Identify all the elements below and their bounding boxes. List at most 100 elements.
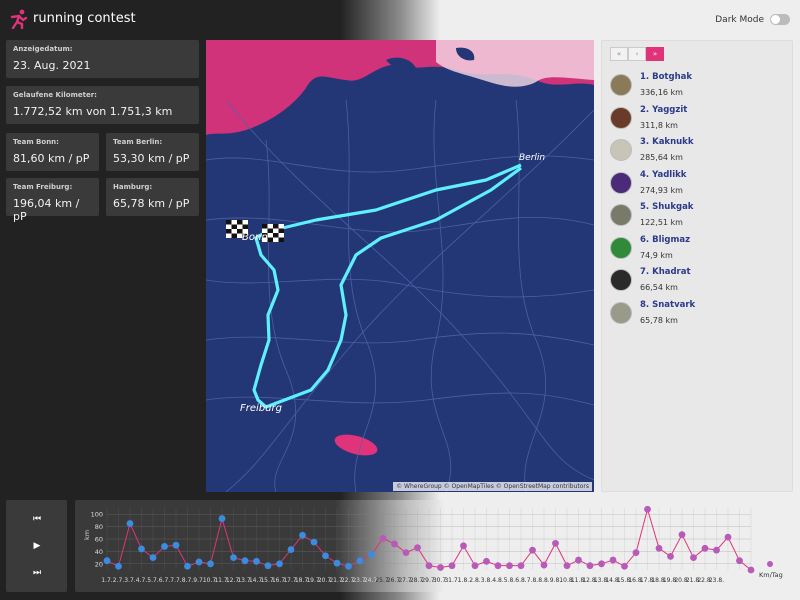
runner-name: 7. Khadrat (640, 267, 691, 278)
x-tick-label: 5.8. (504, 577, 516, 584)
team-label: Hamburg: (113, 183, 153, 191)
runner-name: 8. Snatvark (640, 299, 696, 310)
data-point (425, 562, 433, 570)
data-point (287, 546, 295, 553)
x-tick-label: 1.8. (458, 577, 470, 584)
app-title: running contest (33, 11, 136, 26)
x-tick-label: 4.7. (136, 577, 148, 584)
data-point (126, 520, 134, 527)
leaderboard-item[interactable]: 8. Snatvark 65,78 km (610, 297, 790, 330)
leaderboard-text: 1. Botghak 336,16 km (640, 70, 692, 100)
leaderboard-item[interactable]: 2. Yaggzit 311,8 km (610, 102, 790, 135)
y-tick-label: 20 (95, 560, 103, 568)
data-point (322, 552, 329, 560)
team-card: Team Bonn: 81,60 km / pP (6, 133, 99, 171)
data-point (195, 558, 203, 566)
x-tick-label: 3.8. (481, 577, 493, 584)
avatar (610, 301, 632, 324)
data-point (655, 544, 663, 552)
x-tick-label: 8.7. (182, 577, 194, 584)
map-attribution[interactable]: © WhereGroup © OpenMapTiles © OpenStreet… (393, 482, 592, 491)
leaderboard-panel: « ‹ » 1. Botghak 336,16 km 2. Yaggzit 311,8… (601, 40, 793, 492)
data-point (563, 562, 571, 570)
leaderboard-item[interactable]: 7. Khadrat 66,54 km (610, 264, 790, 297)
avatar (610, 269, 632, 292)
team-label: Team Freiburg: (13, 183, 73, 191)
first-page-button[interactable]: « (610, 47, 628, 61)
x-tick-label: 6.7. (159, 577, 171, 584)
skip-forward-button[interactable]: ⏭ (30, 566, 44, 580)
data-point (161, 543, 168, 550)
data-point (138, 545, 145, 553)
leaderboard-item[interactable]: 6. Bligmaz 74,9 km (610, 232, 790, 265)
data-point (368, 551, 375, 558)
route-map[interactable]: Berlin Bonn Freiburg © WhereGroup © Open… (206, 40, 594, 492)
data-point (609, 556, 617, 564)
skip-back-button[interactable]: ⏮ (30, 512, 44, 526)
distance-value: 1.772,52 km von 1.751,3 km (13, 105, 173, 118)
data-point (517, 562, 525, 570)
data-point (391, 540, 398, 548)
dark-mode-toggle[interactable] (770, 14, 790, 25)
last-page-button[interactable]: » (646, 47, 664, 61)
dark-mode-switch[interactable]: Dark Mode (715, 14, 790, 25)
leaderboard-item[interactable]: 4. Yadlikk 274,93 km (610, 167, 790, 200)
data-point (736, 557, 743, 565)
leaderboard-item[interactable]: 5. Shukgak 122,51 km (610, 199, 790, 232)
data-point (333, 559, 341, 567)
runner-km: 274,93 km (640, 185, 683, 195)
y-tick-label: 60 (95, 536, 103, 544)
y-tick-label: 40 (95, 548, 103, 556)
x-tick-label: 4.8. (492, 577, 504, 584)
x-tick-label: 3.7. (124, 577, 136, 584)
data-point (230, 554, 237, 561)
x-tick-label: 2.7. (113, 577, 125, 584)
data-point (621, 562, 628, 570)
data-point (276, 560, 283, 568)
data-point (701, 544, 709, 552)
data-point (402, 549, 410, 557)
data-point (253, 557, 260, 565)
city-label-berlin: Berlin (519, 153, 545, 163)
x-tick-label: 1.7. (101, 577, 113, 584)
leaderboard-item[interactable]: 3. Kaknukk 285,64 km (610, 134, 790, 167)
top-bar: running contest Dark Mode (0, 0, 800, 40)
lake (334, 434, 378, 456)
runner-km: 122,51 km (640, 218, 683, 228)
avatar (610, 204, 632, 227)
data-point (149, 554, 157, 561)
y-tick-label: 80 (95, 523, 103, 531)
x-tick-label: 5.7. (147, 577, 159, 584)
data-point (747, 566, 755, 574)
team-card: Hamburg: 65,78 km / pP (106, 178, 199, 216)
leaderboard-list: 1. Botghak 336,16 km 2. Yaggzit 311,8 km 3. … (610, 69, 790, 329)
runner-name: 2. Yaggzit (640, 104, 688, 115)
team-label: Team Berlin: (113, 138, 163, 146)
play-button[interactable]: ▶ (30, 539, 44, 553)
data-point (667, 552, 674, 560)
runner-km: 66,54 km (640, 283, 678, 293)
prev-page-button[interactable]: ‹ (628, 47, 646, 61)
leaderboard-text: 7. Khadrat 66,54 km (640, 265, 691, 295)
team-label: Team Bonn: (13, 138, 59, 146)
data-point (379, 534, 387, 542)
y-tick-label: 100 (91, 511, 103, 519)
avatar (610, 106, 632, 129)
team-card: Team Berlin: 53,30 km / pP (106, 133, 199, 171)
leaderboard-item[interactable]: 1. Botghak 336,16 km (610, 69, 790, 102)
dark-mode-label: Dark Mode (715, 14, 764, 25)
data-point (506, 562, 513, 570)
distance-card: Gelaufene Kilometer: 1.772,52 km von 1.7… (6, 86, 199, 124)
data-point (483, 557, 490, 565)
data-point (690, 554, 697, 561)
team-card: Team Freiburg: 196,04 km / pP (6, 178, 99, 223)
city-label-freiburg: Freiburg (240, 403, 282, 414)
avatar (610, 171, 632, 194)
runner-km: 65,78 km (640, 315, 678, 325)
runner-km: 336,16 km (640, 88, 683, 98)
city-label-bonn: Bonn (242, 232, 268, 243)
leaderboard-text: 4. Yadlikk 274,93 km (640, 168, 686, 198)
playback-controls: ⏮ ▶ ⏭ (6, 500, 67, 592)
date-label: Anzeigedatum: (13, 45, 73, 53)
legend-label: Km/Tag (759, 571, 783, 579)
